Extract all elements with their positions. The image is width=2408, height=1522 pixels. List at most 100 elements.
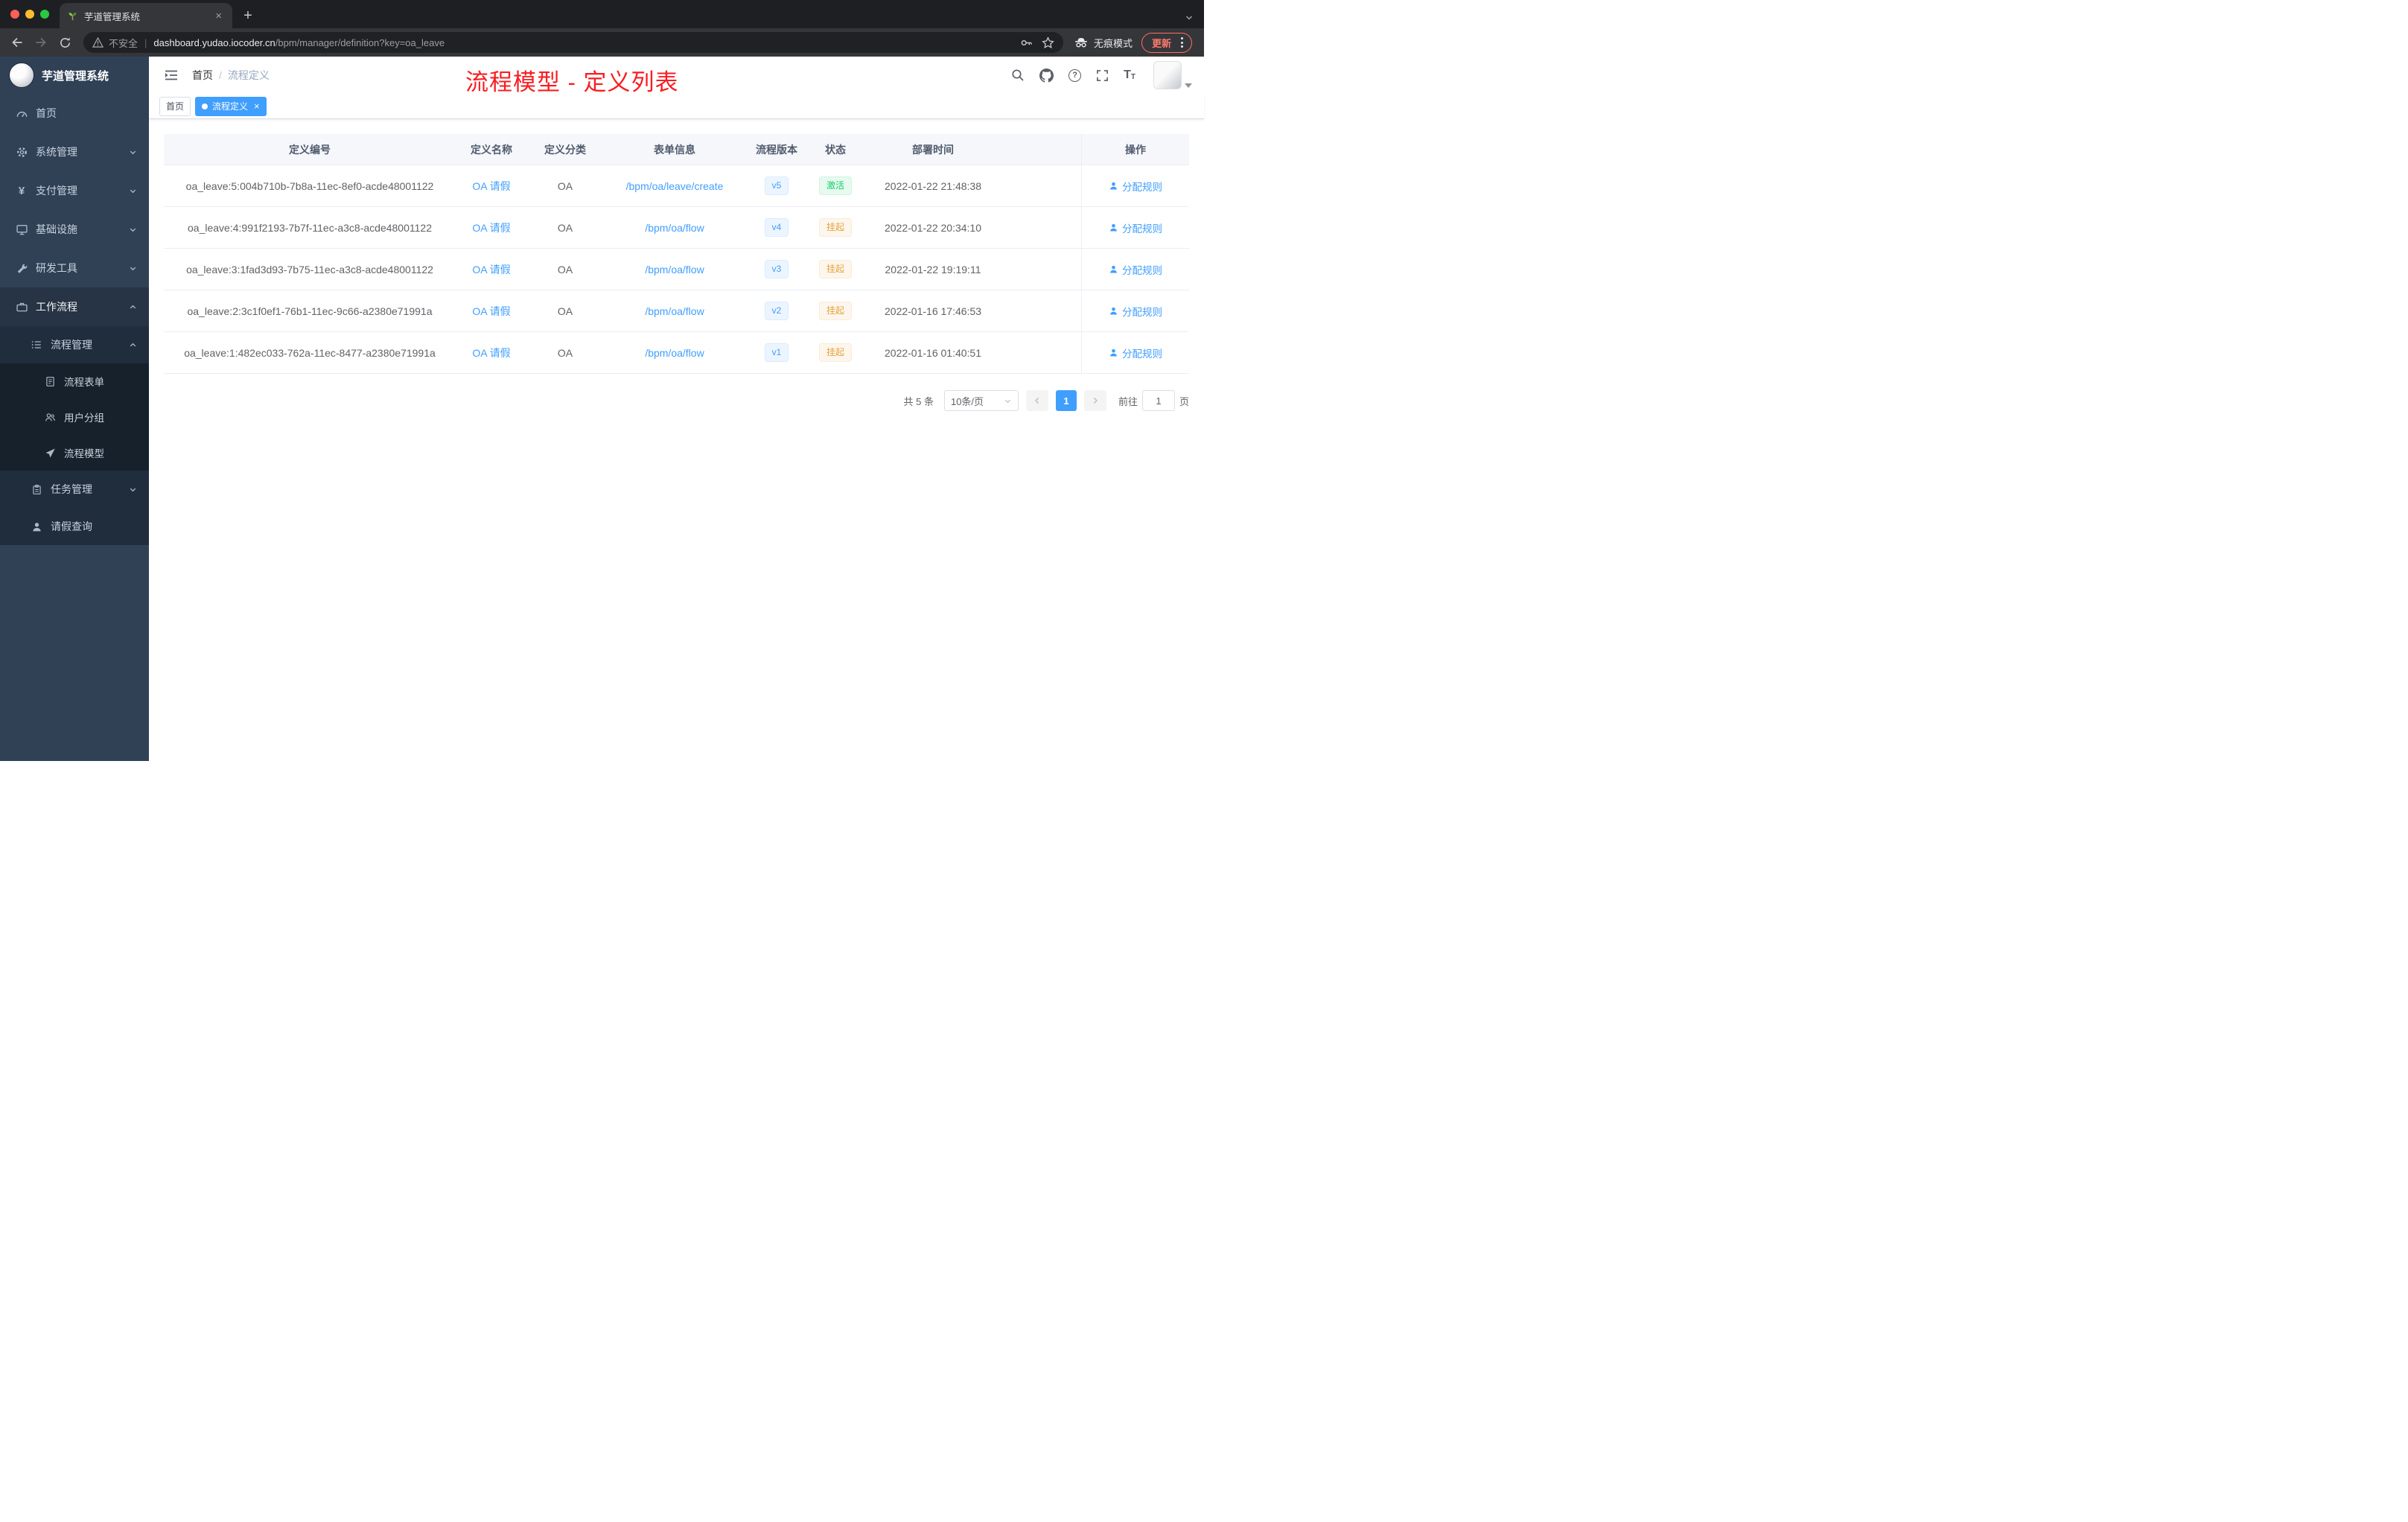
back-button-icon[interactable] xyxy=(6,31,28,54)
forward-button-icon[interactable] xyxy=(30,31,52,54)
tag-close-icon[interactable]: × xyxy=(254,101,260,111)
assign-rule-label: 分配规则 xyxy=(1122,264,1162,276)
cell-status: 挂起 xyxy=(807,297,864,325)
cell-status: 挂起 xyxy=(807,214,864,241)
tab-close-icon[interactable]: × xyxy=(212,9,225,23)
font-size-icon[interactable]: TT xyxy=(1124,69,1135,81)
monitor-icon xyxy=(15,223,28,236)
url-text[interactable]: dashboard.yudao.iocoder.cn/bpm/manager/d… xyxy=(153,37,1015,48)
sidebar-item-workflow[interactable]: 工作流程 xyxy=(0,287,149,326)
sidebar-item-task-management[interactable]: 任务管理 xyxy=(0,471,149,508)
cell-filler xyxy=(1002,182,1081,191)
bookmark-star-icon[interactable] xyxy=(1042,36,1054,49)
sidebar-item-infrastructure[interactable]: 基础设施 xyxy=(0,210,149,249)
cell-definition-id: oa_leave:2:3c1f0ef1-76b1-11ec-9c66-a2380… xyxy=(187,305,433,317)
breadcrumb-home[interactable]: 首页 xyxy=(192,68,213,83)
password-key-icon[interactable] xyxy=(1020,36,1033,49)
definition-name-link[interactable]: OA 请假 xyxy=(472,305,510,317)
browser-menu-kebab-icon[interactable] xyxy=(1177,36,1187,49)
security-label[interactable]: 不安全 xyxy=(109,36,138,50)
col-header: 流程版本 xyxy=(756,143,797,156)
cell-definition-name: OA 请假 xyxy=(456,299,527,323)
col-header: 定义编号 xyxy=(289,143,331,156)
sidebar-item-home[interactable]: 首页 xyxy=(0,94,149,133)
col-header: 操作 xyxy=(1081,134,1189,165)
new-tab-button[interactable]: + xyxy=(237,4,259,27)
update-label[interactable]: 更新 xyxy=(1152,36,1171,50)
sidebar-item-label: 系统管理 xyxy=(36,146,77,158)
cell-form-info: /bpm/oa/flow xyxy=(603,217,746,238)
cell-category: OA xyxy=(557,221,573,234)
help-icon[interactable]: ? xyxy=(1068,69,1082,82)
table-row: oa_leave:4:991f2193-7b7f-11ec-a3c8-acde4… xyxy=(164,207,1189,249)
sidebar-logo[interactable]: 芋道管理系统 xyxy=(0,57,149,94)
cell-definition-id: oa_leave:1:482ec033-762a-11ec-8477-a2380… xyxy=(184,346,436,359)
definition-name-link[interactable]: OA 请假 xyxy=(472,347,510,359)
version-badge: v4 xyxy=(764,217,789,238)
form-link[interactable]: /bpm/oa/flow xyxy=(645,222,704,234)
assign-rule-link[interactable]: 分配规则 xyxy=(1109,179,1162,194)
sidebar-fold-icon[interactable] xyxy=(161,66,182,85)
window-minimize-button[interactable] xyxy=(25,10,34,19)
briefcase-icon xyxy=(15,300,28,313)
sidebar-item-devtools[interactable]: 研发工具 xyxy=(0,249,149,287)
cell-action: 分配规则 xyxy=(1081,165,1189,206)
chevron-down-icon xyxy=(129,226,137,234)
form-link[interactable]: /bpm/oa/flow xyxy=(645,347,704,359)
update-chip[interactable]: 更新 xyxy=(1141,32,1192,53)
definition-name-link[interactable]: OA 请假 xyxy=(472,222,510,234)
col-header: 状态 xyxy=(825,143,846,156)
url-path: /bpm/manager/definition?key=oa_leave xyxy=(275,36,445,48)
sidebar-item-process-form[interactable]: 流程表单 xyxy=(0,363,149,399)
page-number-button[interactable]: 1 xyxy=(1055,390,1077,411)
github-icon[interactable] xyxy=(1039,68,1054,83)
goto-page-input[interactable] xyxy=(1141,390,1175,411)
status-badge: 激活 xyxy=(818,176,852,196)
next-page-button[interactable] xyxy=(1083,390,1106,411)
sidebar-item-label: 支付管理 xyxy=(36,185,77,197)
browser-tab[interactable]: 芋道管理系统 × xyxy=(60,3,232,28)
annotation-title: 流程模型 - 定义列表 xyxy=(465,69,679,95)
sidebar-item-leave-query[interactable]: 请假查询 xyxy=(0,508,149,545)
cell-filler xyxy=(1002,265,1081,274)
cell-filler xyxy=(1002,223,1081,232)
address-bar[interactable]: 不安全 | dashboard.yudao.iocoder.cn/bpm/man… xyxy=(83,32,1063,53)
app-root: 芋道管理系统 首页 系统管理 ¥ 支付管理 基础设施 研发工具 工作流程 流程管… xyxy=(0,57,1204,761)
search-icon[interactable] xyxy=(1011,69,1025,82)
assign-rule-link[interactable]: 分配规则 xyxy=(1109,220,1162,235)
sidebar-item-process-model[interactable]: 流程模型 xyxy=(0,435,149,471)
tag-current[interactable]: 流程定义 × xyxy=(195,96,267,116)
sidebar-item-process-management[interactable]: 流程管理 xyxy=(0,326,149,363)
tab-list-chevron-icon[interactable] xyxy=(1185,13,1194,22)
fullscreen-icon[interactable] xyxy=(1096,69,1109,82)
yen-icon: ¥ xyxy=(18,184,25,197)
cell-form-info: /bpm/oa/leave/create xyxy=(603,176,746,197)
assign-rule-link[interactable]: 分配规则 xyxy=(1109,304,1162,319)
form-link[interactable]: /bpm/oa/leave/create xyxy=(626,180,724,192)
tag-home[interactable]: 首页 xyxy=(159,96,191,116)
avatar[interactable] xyxy=(1153,61,1182,89)
wrench-icon xyxy=(15,261,28,275)
sidebar-item-payment[interactable]: ¥ 支付管理 xyxy=(0,171,149,210)
sidebar-item-user-group[interactable]: 用户分组 xyxy=(0,399,149,435)
form-link[interactable]: /bpm/oa/flow xyxy=(645,305,704,317)
prev-page-button[interactable] xyxy=(1025,390,1048,411)
cell-status: 激活 xyxy=(807,172,864,200)
assign-rule-link[interactable]: 分配规则 xyxy=(1109,262,1162,277)
cell-definition-name: OA 请假 xyxy=(456,216,527,240)
window-zoom-button[interactable] xyxy=(40,10,49,19)
cell-category: OA xyxy=(557,305,573,317)
tag-label: 流程定义 xyxy=(212,101,249,112)
definition-name-link[interactable]: OA 请假 xyxy=(472,180,510,192)
reload-button-icon[interactable] xyxy=(54,31,76,54)
window-close-button[interactable] xyxy=(10,10,19,19)
sidebar-item-system[interactable]: 系统管理 xyxy=(0,133,149,171)
users-icon xyxy=(43,410,57,424)
page-size-select[interactable]: 10条/页 xyxy=(943,390,1019,411)
definition-name-link[interactable]: OA 请假 xyxy=(472,264,510,276)
form-link[interactable]: /bpm/oa/flow xyxy=(645,264,704,276)
assign-rule-link[interactable]: 分配规则 xyxy=(1109,346,1162,360)
security-warning-icon[interactable] xyxy=(92,37,103,48)
user-menu[interactable] xyxy=(1153,61,1192,89)
cell-definition-id: oa_leave:3:1fad3d93-7b75-11ec-a3c8-acde4… xyxy=(186,263,433,276)
